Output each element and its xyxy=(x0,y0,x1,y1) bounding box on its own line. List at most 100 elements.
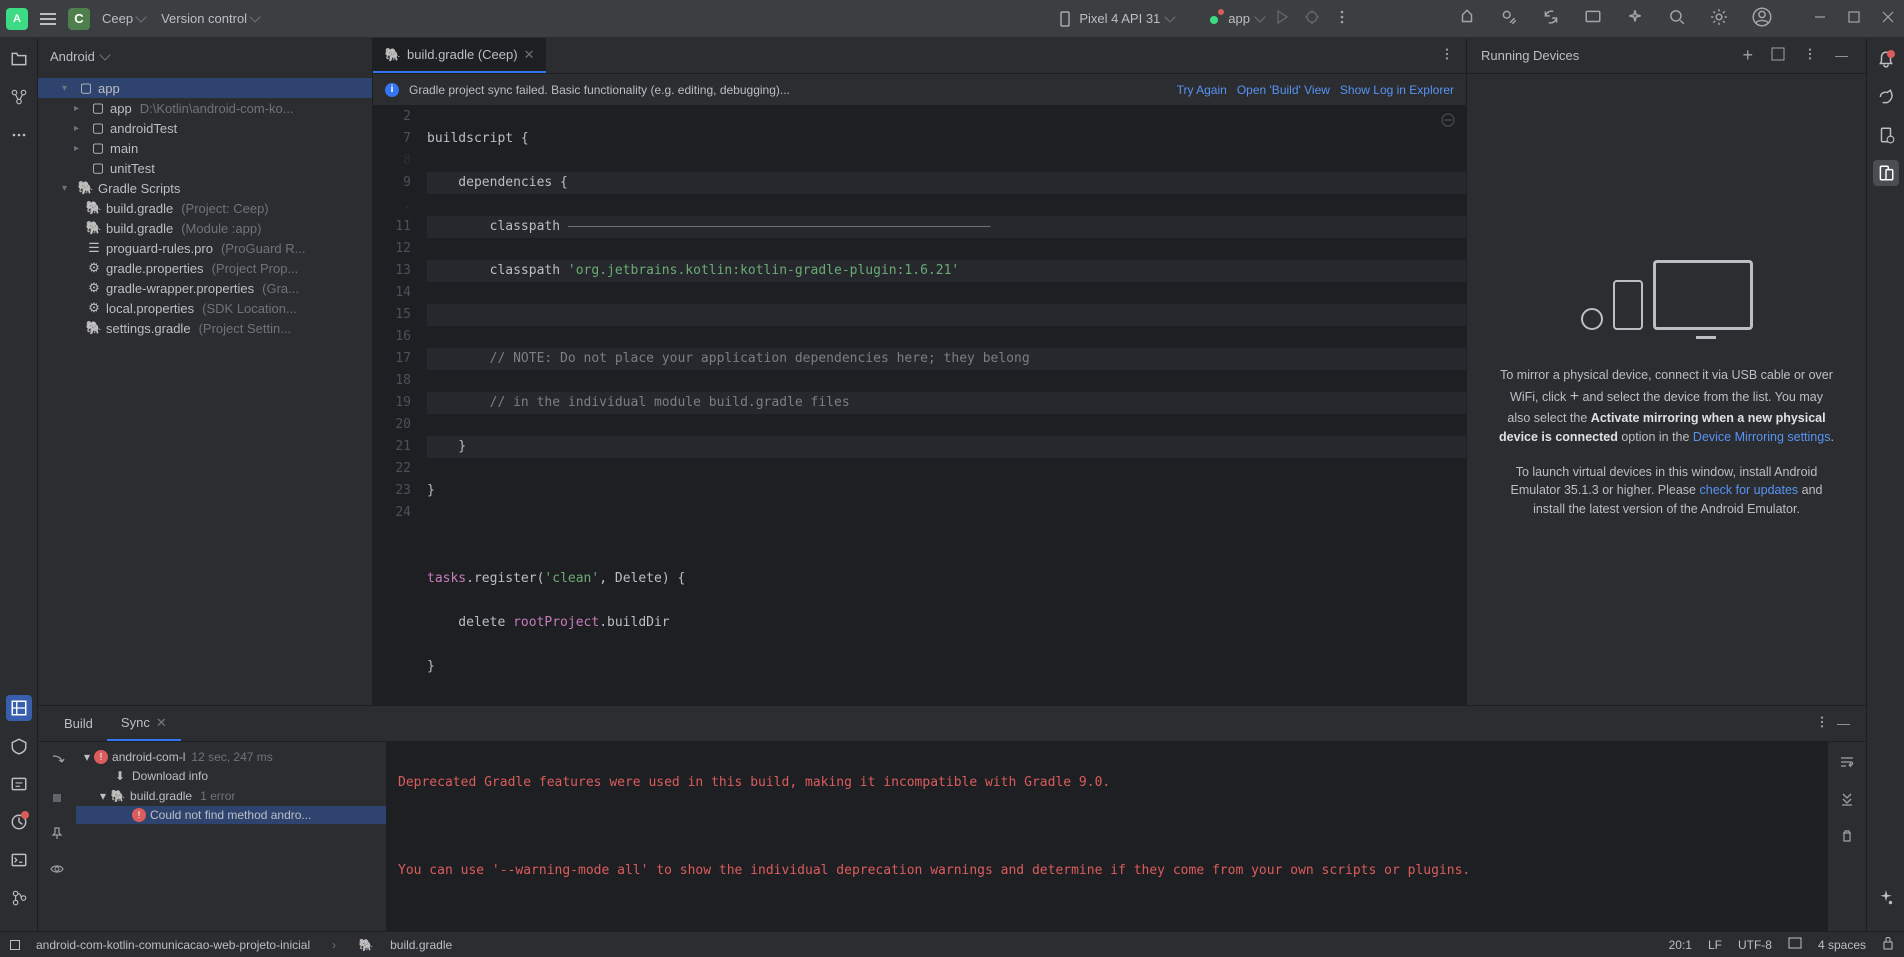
build-toolbar xyxy=(38,742,76,931)
panel-options-icon[interactable] xyxy=(1811,711,1833,736)
window-icon[interactable] xyxy=(1767,43,1789,68)
pin-icon[interactable] xyxy=(46,822,68,847)
build-tree-error-item[interactable]: ! Could not find method andro... xyxy=(76,806,386,824)
encoding[interactable]: UTF-8 xyxy=(1738,938,1772,952)
line-ending[interactable]: LF xyxy=(1708,938,1722,952)
panel-options-icon[interactable] xyxy=(1799,43,1821,68)
project-tree[interactable]: ▾ ▢ app ▸ ▢ app D:\Kotlin\android-com-ko… xyxy=(38,74,372,705)
cursor-position[interactable]: 20:1 xyxy=(1669,938,1692,952)
tree-item[interactable]: ⚙ local.properties (SDK Location... xyxy=(38,298,372,318)
breadcrumb-root[interactable]: android-com-kotlin-comunicacao-web-proje… xyxy=(36,938,310,952)
build-tab[interactable]: Build xyxy=(50,706,107,741)
minimize-panel-icon[interactable]: — xyxy=(1833,712,1854,735)
view-icon[interactable] xyxy=(45,857,69,884)
gradle-button[interactable] xyxy=(1873,84,1899,110)
code-content[interactable]: buildscript { dependencies { classpath c… xyxy=(423,106,1466,705)
tree-item-app-root[interactable]: ▾ ▢ app xyxy=(38,78,372,98)
more-actions-button[interactable] xyxy=(1330,5,1354,32)
project-dropdown[interactable]: Ceep xyxy=(98,9,149,28)
project-panel: Android ▾ ▢ app ▸ ▢ app D:\Kotlin\androi… xyxy=(38,38,373,705)
open-build-link[interactable]: Open 'Build' View xyxy=(1237,83,1330,97)
main-menu-button[interactable] xyxy=(36,9,60,29)
tree-item[interactable]: 🐘 settings.gradle (Project Settin... xyxy=(38,318,372,338)
line-gutter: 2789.1112131415161718192021222324 xyxy=(373,106,423,705)
notifications-button[interactable] xyxy=(1873,46,1899,72)
run-button[interactable] xyxy=(1270,5,1294,32)
build-tree-item[interactable]: ⬇ Download info xyxy=(76,766,386,786)
code-editor[interactable]: 2789.1112131415161718192021222324 builds… xyxy=(373,106,1466,705)
account-icon[interactable] xyxy=(1748,3,1776,34)
profiler-button[interactable] xyxy=(6,809,32,835)
code-with-me-icon[interactable] xyxy=(1496,4,1522,33)
build-tree[interactable]: ▾ ! android-com-l 12 sec, 247 ms ⬇ Downl… xyxy=(76,742,386,931)
tree-item[interactable]: 🐘 build.gradle (Module :app) xyxy=(38,218,372,238)
debug-button[interactable] xyxy=(1300,5,1324,32)
minimize-panel-icon[interactable]: — xyxy=(1831,44,1852,67)
android-studio-logo-icon: A xyxy=(6,8,28,30)
devices-illustration xyxy=(1581,260,1753,330)
ai-assistant-icon[interactable] xyxy=(1622,4,1648,33)
tree-item[interactable]: ⚙ gradle.properties (Project Prop... xyxy=(38,258,372,278)
tab-options-icon[interactable] xyxy=(1436,43,1458,68)
gradle-file-icon: 🐘 xyxy=(86,320,102,336)
tree-item[interactable]: ⚙ gradle-wrapper.properties (Gra... xyxy=(38,278,372,298)
device-manager-button[interactable] xyxy=(1873,122,1899,148)
sync-tab[interactable]: Sync ✕ xyxy=(107,706,181,741)
tree-item-gradle-scripts[interactable]: ▾ 🐘 Gradle Scripts xyxy=(38,178,372,198)
build-tree-item[interactable]: ▾ 🐘 build.gradle 1 error xyxy=(76,786,386,806)
tree-item[interactable]: 🐘 build.gradle (Project: Ceep) xyxy=(38,198,372,218)
breadcrumb-file[interactable]: build.gradle xyxy=(390,938,452,952)
editor-tab[interactable]: 🐘 build.gradle (Ceep) ✕ xyxy=(373,38,546,73)
indent-setting[interactable]: 4 spaces xyxy=(1818,938,1866,952)
reader-mode-icon[interactable] xyxy=(1788,936,1802,953)
more-tool-button[interactable] xyxy=(6,122,32,148)
soft-wrap-icon[interactable] xyxy=(1835,750,1859,777)
ai-button[interactable] xyxy=(1873,885,1899,911)
device-manager-icon[interactable] xyxy=(1580,4,1606,33)
build-output[interactable]: Deprecated Gradle features were used in … xyxy=(386,742,1828,931)
sync-icon[interactable] xyxy=(1538,4,1564,33)
settings-icon[interactable] xyxy=(1706,4,1732,33)
title-bar: A C Ceep Version control Pixel 4 API 31 … xyxy=(0,0,1904,38)
vcs-button[interactable] xyxy=(6,885,32,911)
inspections-icon[interactable] xyxy=(1440,112,1456,136)
lock-icon[interactable] xyxy=(1882,936,1894,953)
project-view-selector[interactable]: Android xyxy=(38,38,372,74)
build-tree-root[interactable]: ▾ ! android-com-l 12 sec, 247 ms xyxy=(76,748,386,766)
device-selector[interactable]: Pixel 4 API 31 xyxy=(1057,11,1174,27)
build-icon[interactable] xyxy=(1454,4,1480,33)
tree-item[interactable]: ▸ ▢ androidTest xyxy=(38,118,372,138)
stop-icon[interactable] xyxy=(46,787,68,812)
minimize-button[interactable] xyxy=(1810,7,1830,30)
show-log-link[interactable]: Show Log in Explorer xyxy=(1340,83,1454,97)
maximize-button[interactable] xyxy=(1844,7,1864,30)
scroll-to-end-icon[interactable] xyxy=(1835,787,1859,814)
run-config-selector[interactable]: app xyxy=(1206,11,1264,27)
tree-item[interactable]: ▢ unitTest xyxy=(38,158,372,178)
try-again-link[interactable]: Try Again xyxy=(1177,83,1227,97)
device-mirroring-settings-link[interactable]: Device Mirroring settings xyxy=(1693,430,1831,444)
add-device-button[interactable]: + xyxy=(1738,41,1757,70)
clear-icon[interactable] xyxy=(1835,824,1859,851)
tree-item[interactable]: ☰ proguard-rules.pro (ProGuard R... xyxy=(38,238,372,258)
structure-tool-button[interactable] xyxy=(6,84,32,110)
vcs-dropdown[interactable]: Version control xyxy=(157,9,263,28)
gradle-file-icon: 🐘 xyxy=(86,220,102,236)
running-devices-button[interactable] xyxy=(1873,160,1899,186)
close-tab-icon[interactable]: ✕ xyxy=(524,47,535,63)
editor-panel: 🐘 build.gradle (Ceep) ✕ i Gradle project… xyxy=(373,38,1466,705)
resource-manager-button[interactable] xyxy=(6,695,32,721)
build-variants-button[interactable] xyxy=(6,771,32,797)
file-icon: ☰ xyxy=(86,240,102,256)
breadcrumb-root-icon[interactable] xyxy=(10,940,20,950)
close-tab-icon[interactable]: ✕ xyxy=(156,715,167,731)
rerun-icon[interactable] xyxy=(45,750,69,777)
tree-item[interactable]: ▸ ▢ main xyxy=(38,138,372,158)
project-tool-button[interactable] xyxy=(6,46,32,72)
tree-item[interactable]: ▸ ▢ app D:\Kotlin\android-com-ko... xyxy=(38,98,372,118)
search-icon[interactable] xyxy=(1664,4,1690,33)
check-updates-link[interactable]: check for updates xyxy=(1700,483,1799,497)
app-quality-button[interactable] xyxy=(6,733,32,759)
close-button[interactable] xyxy=(1878,7,1898,30)
terminal-button[interactable] xyxy=(6,847,32,873)
